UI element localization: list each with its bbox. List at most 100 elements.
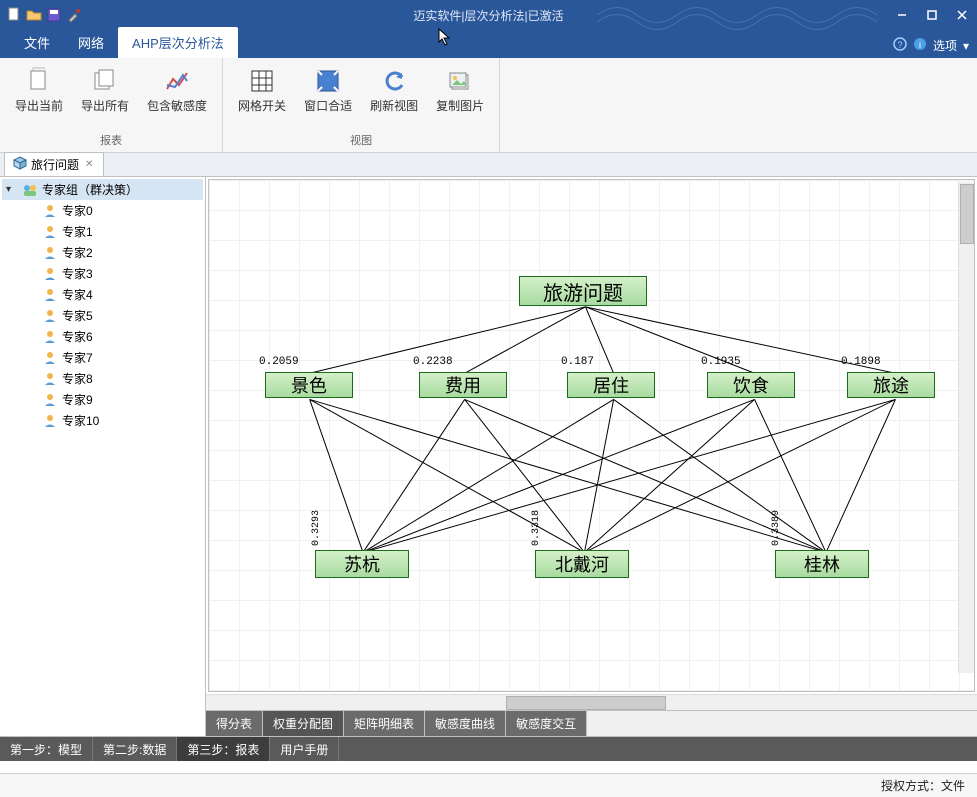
tree-item-label: 专家5 — [62, 307, 93, 324]
document-tab[interactable]: 旅行问题 ✕ — [4, 152, 104, 176]
close-button[interactable] — [947, 1, 977, 29]
ribconfronted: 导出当前 — [15, 97, 63, 114]
horizontal-scroll-thumb[interactable] — [506, 696, 666, 710]
grid-icon — [248, 67, 276, 95]
node-criteria[interactable]: 旅途 — [847, 372, 935, 398]
chart-tab[interactable]: 权重分配图 — [263, 711, 344, 736]
close-tab-icon[interactable]: ✕ — [83, 159, 95, 170]
node-alternative[interactable]: 北戴河 — [535, 550, 629, 578]
node-criteria[interactable]: 费用 — [419, 372, 507, 398]
alternative-weight-label: 0.3389 — [771, 510, 782, 546]
ribconfronted: 窗口合适 — [304, 97, 352, 114]
step-button[interactable]: 第一步：模型 — [0, 737, 93, 761]
person-icon — [42, 350, 58, 366]
ribconfronted: 刷新视图 — [370, 97, 418, 114]
step-button[interactable]: 用户手册 — [270, 737, 339, 761]
svg-text:?: ? — [897, 40, 902, 50]
criteria-weight-label: 0.2059 — [259, 356, 299, 368]
tree-expert-item[interactable]: 专家5 — [2, 305, 203, 326]
menu-ahp[interactable]: AHP层次分析法 — [118, 27, 238, 58]
export-all-icon — [91, 67, 119, 95]
tree-expert-item[interactable]: 专家8 — [2, 368, 203, 389]
status-license: 授权方式：文件 — [881, 777, 965, 794]
tree-item-label: 专家10 — [62, 412, 99, 429]
tree-item-label: 专家8 — [62, 370, 93, 387]
open-folder-icon[interactable] — [26, 7, 42, 23]
alternative-weight-label: 0.3318 — [531, 510, 542, 546]
grid-button[interactable]: 网格开关 — [231, 62, 293, 119]
criteria-weight-label: 0.1898 — [841, 356, 881, 368]
new-file-icon[interactable] — [6, 7, 22, 23]
sidebar-tree[interactable]: ▾ 专家组（群决策） 专家0 专家1 专家2 专家3专家4 专家5 专家6专家7 专家8 专家… — [0, 177, 206, 736]
refresh-button[interactable]: 刷新视图 — [363, 62, 425, 119]
menu-network[interactable]: 网络 — [64, 27, 118, 58]
person-icon — [42, 308, 58, 324]
chart-tab[interactable]: 敏感度交互 — [506, 711, 587, 736]
grid-background — [209, 180, 974, 691]
ribbon-group-view: 网格开关窗口合适刷新视图复制图片 视图 — [223, 58, 500, 152]
step-button[interactable]: 第三步：报表 — [177, 737, 270, 761]
tree-item-label: 专家9 — [62, 391, 93, 408]
person-icon — [42, 245, 58, 261]
tree-item-label: 专家0 — [62, 202, 93, 219]
sensitivity-button[interactable]: 包含敏感度 — [140, 62, 214, 119]
save-icon[interactable] — [46, 7, 62, 23]
menubar: 文件 网络 AHP层次分析法 ? i 选项 ▾ — [0, 30, 977, 58]
chart-tab[interactable]: 矩阵明细表 — [344, 711, 425, 736]
criteria-weight-label: 0.187 — [561, 356, 594, 368]
tree-expert-item[interactable]: 专家10 — [2, 410, 203, 431]
maximize-button[interactable] — [917, 1, 947, 29]
copy-image-button[interactable]: 复制图片 — [429, 62, 491, 119]
ribconfronted: 包含敏感度 — [147, 97, 207, 114]
tree-expert-item[interactable]: 专家3 — [2, 263, 203, 284]
tree-expert-item[interactable]: 专家7 — [2, 347, 203, 368]
menu-file[interactable]: 文件 — [10, 27, 64, 58]
person-icon — [42, 371, 58, 387]
status-bar: 授权方式：文件 — [0, 773, 977, 797]
minimize-button[interactable] — [887, 1, 917, 29]
chevron-down-icon[interactable]: ▾ — [963, 39, 969, 53]
chart-tabs: 得分表权重分配图矩阵明细表敏感度曲线敏感度交互 — [206, 710, 977, 736]
export-all-button[interactable]: 导出所有 — [74, 62, 136, 119]
tree-expert-item[interactable]: 专家0 — [2, 200, 203, 221]
tree-expert-item[interactable]: 专家6 — [2, 326, 203, 347]
node-alternative[interactable]: 桂林 — [775, 550, 869, 578]
tree-expert-item[interactable]: 专家9 — [2, 389, 203, 410]
node-criteria[interactable]: 居住 — [567, 372, 655, 398]
node-criteria[interactable]: 景色 — [265, 372, 353, 398]
diagram-canvas[interactable]: 旅游问题0.2059景色0.2238费用0.187居住0.1935饮食0.189… — [208, 179, 975, 692]
person-icon — [42, 203, 58, 219]
options-dropdown[interactable]: 选项 — [933, 37, 957, 54]
tree-expert-item[interactable]: 专家1 — [2, 221, 203, 242]
titlebar-ornament — [597, 0, 877, 30]
chart-tab[interactable]: 敏感度曲线 — [425, 711, 506, 736]
tree-item-label: 专家2 — [62, 244, 93, 261]
vertical-scrollbar[interactable] — [958, 182, 974, 673]
node-goal[interactable]: 旅游问题 — [519, 276, 647, 306]
ribconfronted: 导出所有 — [81, 97, 129, 114]
help-icon[interactable]: ? — [893, 37, 907, 54]
fit-button[interactable]: 窗口合适 — [297, 62, 359, 119]
tools-icon[interactable] — [66, 7, 82, 23]
export-current-button[interactable]: 导出当前 — [8, 62, 70, 119]
person-icon — [42, 287, 58, 303]
node-criteria[interactable]: 饮食 — [707, 372, 795, 398]
document-tabs: 旅行问题 ✕ — [0, 153, 977, 177]
tree-expert-item[interactable]: 专家4 — [2, 284, 203, 305]
refresh-icon — [380, 67, 408, 95]
chart-tab[interactable]: 得分表 — [206, 711, 263, 736]
tree-root[interactable]: ▾ 专家组（群决策） — [2, 179, 203, 200]
vertical-scroll-thumb[interactable] — [960, 184, 974, 244]
tree-expert-item[interactable]: 专家2 — [2, 242, 203, 263]
horizontal-scrollbar[interactable] — [206, 694, 977, 710]
tree-expander-icon[interactable]: ▾ — [6, 184, 18, 195]
steps-bar: 第一步：模型第二步:数据第三步：报表用户手册 — [0, 737, 977, 761]
export-current-icon — [25, 67, 53, 95]
node-alternative[interactable]: 苏杭 — [315, 550, 409, 578]
canvas-wrap: 旅游问题0.2059景色0.2238费用0.187居住0.1935饮食0.189… — [206, 177, 977, 736]
person-icon — [42, 329, 58, 345]
document-tab-label: 旅行问题 — [31, 156, 79, 173]
ribconfronted: 网格开关 — [238, 97, 286, 114]
step-button[interactable]: 第二步:数据 — [93, 737, 177, 761]
info-icon[interactable]: i — [913, 37, 927, 54]
